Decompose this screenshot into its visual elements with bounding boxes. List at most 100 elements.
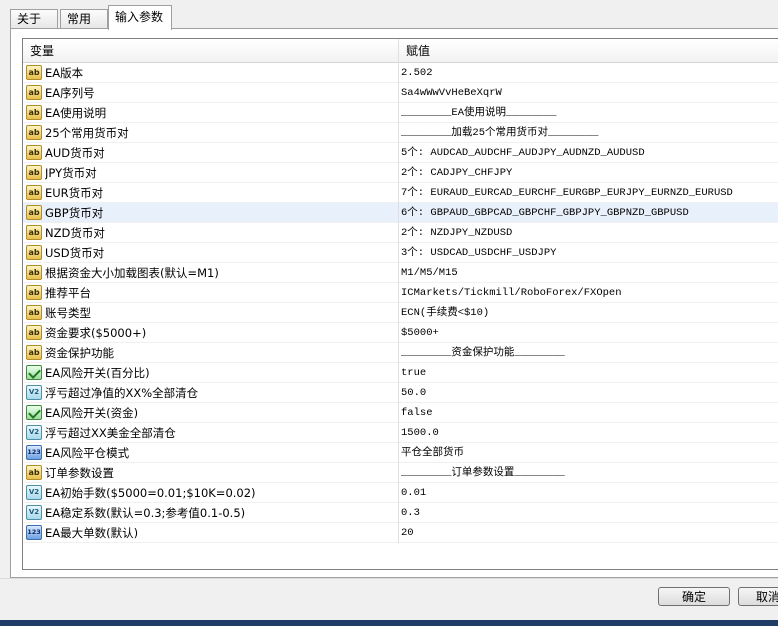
string-type-icon: ab: [26, 225, 42, 240]
parameter-value[interactable]: 50.0: [398, 383, 778, 403]
parameter-name: EA序列号: [45, 86, 95, 100]
parameter-value[interactable]: 1500.0: [398, 423, 778, 443]
parameter-name: EA风险开关(百分比): [45, 366, 150, 380]
parameter-name: EA风险平仓模式: [45, 446, 130, 460]
parameter-row[interactable]: ab GBP货币对 6个: GBPAUD_GBPCAD_GBPCHF_GBPJPY_…: [23, 203, 778, 223]
parameter-name: EA版本: [45, 66, 84, 80]
string-type-icon: ab: [26, 265, 42, 280]
parameter-row[interactable]: ab 根据资金大小加载图表(默认=M1) M1/M5/M15: [23, 263, 778, 283]
double-type-icon: V2: [26, 485, 42, 500]
parameter-row[interactable]: ab EA序列号 Sa4wWwVvHeBeXqrW: [23, 83, 778, 103]
parameter-value[interactable]: ________EA使用说明________: [398, 103, 778, 123]
parameter-row[interactable]: ab 推荐平台 ICMarkets/Tickmill/RoboForex/FXOpe…: [23, 283, 778, 303]
string-type-icon: ab: [26, 325, 42, 340]
parameter-name: 订单参数设置: [45, 466, 114, 480]
parameter-name: 推荐平台: [45, 286, 91, 300]
parameter-value[interactable]: 2个: CADJPY_CHFJPY: [398, 163, 778, 183]
taskbar-strip: [0, 620, 778, 626]
grid-body: ab EA版本 2.502 ab EA序列号 Sa4wWwVvHeBeXqrW ab EA使用…: [23, 63, 778, 543]
grid-header: 变量 赋值: [23, 39, 778, 63]
parameter-name: EA初始手数($5000=0.01;$10K=0.02): [45, 486, 256, 500]
parameter-row[interactable]: ab AUD货币对 5个: AUDCAD_AUDCHF_AUDJPY_AUDNZD_…: [23, 143, 778, 163]
divider: [0, 578, 778, 579]
parameters-grid: 变量 赋值 ab EA版本 2.502 ab EA序列号 Sa4wWwVvHeBeXqrW…: [22, 38, 778, 570]
parameter-row[interactable]: ab 账号类型 ECN(手续费<$10): [23, 303, 778, 323]
parameter-row[interactable]: ab NZD货币对 2个: NZDJPY_NZDUSD: [23, 223, 778, 243]
parameter-name: NZD货币对: [45, 226, 105, 240]
parameter-name: USD货币对: [45, 246, 105, 260]
string-type-icon: ab: [26, 165, 42, 180]
parameter-row[interactable]: ab 资金要求($5000+) $5000+: [23, 323, 778, 343]
parameter-value[interactable]: ________资金保护功能________: [398, 343, 778, 363]
parameter-row[interactable]: ab EA版本 2.502: [23, 63, 778, 83]
string-type-icon: ab: [26, 285, 42, 300]
parameter-value[interactable]: 2个: NZDJPY_NZDUSD: [398, 223, 778, 243]
parameter-value[interactable]: ICMarkets/Tickmill/RoboForex/FXOpen: [398, 283, 778, 303]
string-type-icon: ab: [26, 465, 42, 480]
header-value[interactable]: 赋值: [398, 39, 778, 63]
parameter-name: 资金保护功能: [45, 346, 114, 360]
string-type-icon: ab: [26, 65, 42, 80]
parameter-name: 资金要求($5000+): [45, 326, 147, 340]
double-type-icon: V2: [26, 385, 42, 400]
parameter-value[interactable]: 0.3: [398, 503, 778, 523]
parameter-name: EA最大单数(默认): [45, 526, 139, 540]
parameter-value[interactable]: ________订单参数设置________: [398, 463, 778, 483]
string-type-icon: ab: [26, 305, 42, 320]
parameter-name: EA使用说明: [45, 106, 107, 120]
parameter-value[interactable]: 5个: AUDCAD_AUDCHF_AUDJPY_AUDNZD_AUDUSD: [398, 143, 778, 163]
parameter-value[interactable]: 7个: EURAUD_EURCAD_EURCHF_EURGBP_EURJPY_E…: [398, 183, 778, 203]
parameter-value[interactable]: Sa4wWwVvHeBeXqrW: [398, 83, 778, 103]
tab-common[interactable]: 常用: [60, 9, 108, 29]
parameter-name: JPY货币对: [45, 166, 97, 180]
parameter-name: AUD货币对: [45, 146, 105, 160]
parameter-name: GBP货币对: [45, 206, 104, 220]
parameter-name: 浮亏超过XX美金全部清仓: [45, 426, 176, 440]
parameter-row[interactable]: V2 浮亏超过净值的XX%全部清仓 50.0: [23, 383, 778, 403]
double-type-icon: V2: [26, 505, 42, 520]
parameter-row[interactable]: ab 订单参数设置 ________订单参数设置________: [23, 463, 778, 483]
header-variable[interactable]: 变量: [23, 39, 398, 63]
string-type-icon: ab: [26, 85, 42, 100]
parameter-value[interactable]: M1/M5/M15: [398, 263, 778, 283]
parameter-row[interactable]: V2 浮亏超过XX美金全部清仓 1500.0: [23, 423, 778, 443]
parameter-name: 账号类型: [45, 306, 91, 320]
tab-inputs[interactable]: 输入参数: [108, 5, 172, 30]
parameter-value[interactable]: ECN(手续费<$10): [398, 303, 778, 323]
parameter-row[interactable]: ab EUR货币对 7个: EURAUD_EURCAD_EURCHF_EURGBP_…: [23, 183, 778, 203]
parameter-value[interactable]: 0.01: [398, 483, 778, 503]
string-type-icon: ab: [26, 125, 42, 140]
parameter-row[interactable]: EA风险开关(百分比) true: [23, 363, 778, 383]
parameter-name: EA稳定系数(默认=0.3;参考值0.1-0.5): [45, 506, 246, 520]
ok-button[interactable]: 确定: [658, 587, 730, 606]
parameter-value[interactable]: 6个: GBPAUD_GBPCAD_GBPCHF_GBPJPY_GBPNZD_G…: [398, 203, 778, 223]
parameter-row[interactable]: ab JPY货币对 2个: CADJPY_CHFJPY: [23, 163, 778, 183]
integer-type-icon: 123: [26, 445, 42, 460]
integer-type-icon: 123: [26, 525, 42, 540]
parameter-row[interactable]: ab EA使用说明 ________EA使用说明________: [23, 103, 778, 123]
string-type-icon: ab: [26, 345, 42, 360]
parameter-row[interactable]: EA风险开关(资金) false: [23, 403, 778, 423]
parameter-row[interactable]: 123 EA最大单数(默认) 20: [23, 523, 778, 543]
parameter-value[interactable]: ________加载25个常用货币对________: [398, 123, 778, 143]
boolean-type-icon: [26, 365, 42, 380]
parameter-value[interactable]: 2.502: [398, 63, 778, 83]
cancel-button[interactable]: 取消: [738, 587, 778, 606]
parameter-name: 浮亏超过净值的XX%全部清仓: [45, 386, 199, 400]
parameter-row[interactable]: V2 EA初始手数($5000=0.01;$10K=0.02) 0.01: [23, 483, 778, 503]
parameter-value[interactable]: 平仓全部货币: [398, 443, 778, 463]
tab-about[interactable]: 关于: [10, 9, 58, 29]
string-type-icon: ab: [26, 205, 42, 220]
parameter-value[interactable]: $5000+: [398, 323, 778, 343]
parameter-value[interactable]: 3个: USDCAD_USDCHF_USDJPY: [398, 243, 778, 263]
parameter-value[interactable]: false: [398, 403, 778, 423]
parameter-row[interactable]: ab 资金保护功能 ________资金保护功能________: [23, 343, 778, 363]
parameter-row[interactable]: ab 25个常用货币对 ________加载25个常用货币对________: [23, 123, 778, 143]
parameter-name: 25个常用货币对: [45, 126, 129, 140]
parameter-row[interactable]: ab USD货币对 3个: USDCAD_USDCHF_USDJPY: [23, 243, 778, 263]
parameter-row[interactable]: V2 EA稳定系数(默认=0.3;参考值0.1-0.5) 0.3: [23, 503, 778, 523]
parameter-value[interactable]: true: [398, 363, 778, 383]
parameter-value[interactable]: 20: [398, 523, 778, 543]
parameter-name: EUR货币对: [45, 186, 104, 200]
parameter-row[interactable]: 123 EA风险平仓模式 平仓全部货币: [23, 443, 778, 463]
